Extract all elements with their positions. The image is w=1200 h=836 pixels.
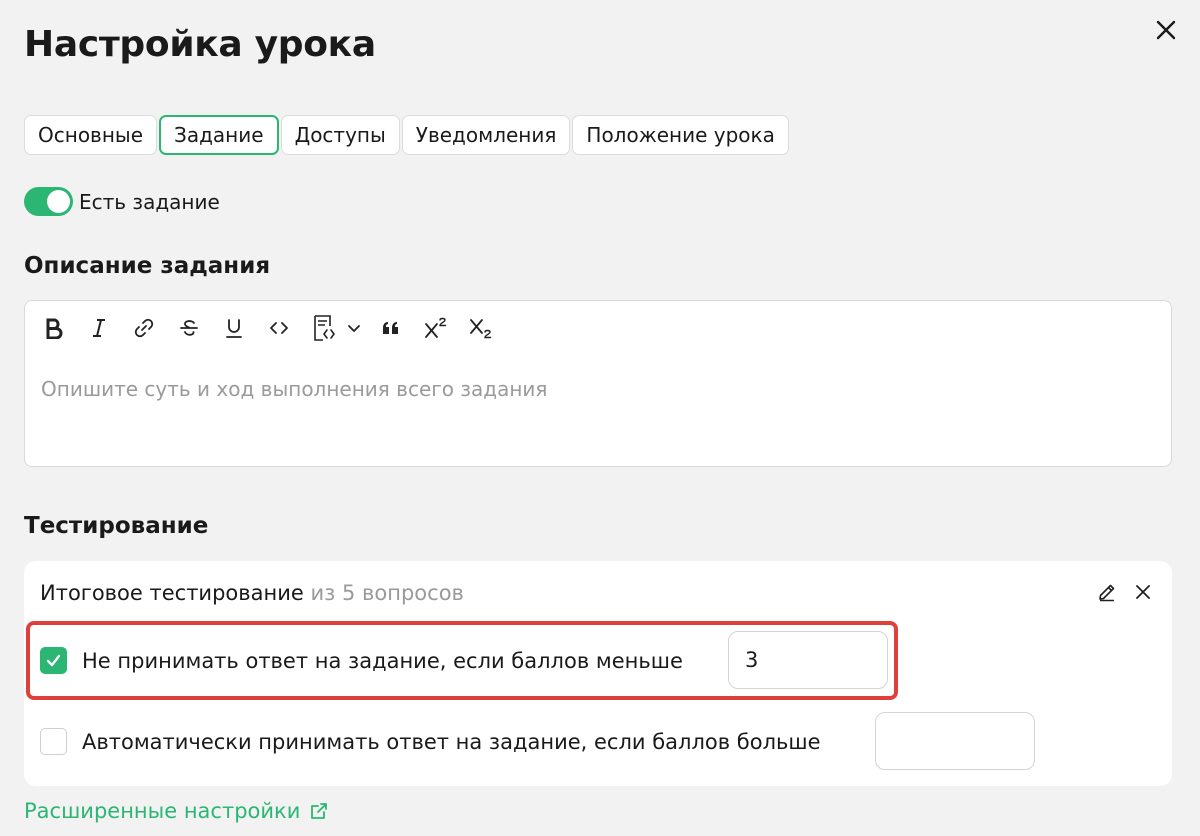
bold-button[interactable] [39, 313, 69, 343]
reject-rule-checkbox[interactable] [40, 647, 67, 674]
reject-rule-label: Не принимать ответ на задание, если балл… [82, 648, 683, 673]
toggle-knob [47, 190, 70, 213]
test-title: Итоговое тестирование из 5 вопросов [40, 581, 464, 605]
advanced-settings-link[interactable]: Расширенные настройки [24, 799, 328, 823]
description-editor[interactable]: Опишите суть и ход выполнения всего зада… [24, 300, 1172, 467]
chevron-down-icon [348, 325, 360, 333]
remove-test-button[interactable] [1130, 579, 1156, 605]
reject-rule-row: Не принимать ответ на задание, если балл… [40, 647, 683, 674]
tab-lesson-position[interactable]: Положение урока [572, 115, 789, 155]
external-link-icon [311, 803, 328, 819]
testing-heading: Тестирование [24, 513, 209, 539]
tab-notifications[interactable]: Уведомления [401, 115, 571, 155]
tab-assignment[interactable]: Задание [159, 115, 279, 155]
edit-test-button[interactable] [1094, 579, 1120, 605]
close-button[interactable] [1152, 16, 1180, 44]
tab-label: Задание [174, 123, 264, 147]
underline-icon [226, 319, 242, 338]
code-block-icon [314, 315, 335, 341]
code-button[interactable] [264, 313, 294, 343]
underline-button[interactable] [219, 313, 249, 343]
subscript-icon [470, 319, 492, 339]
description-placeholder: Опишите суть и ход выполнения всего зада… [41, 377, 548, 401]
close-icon [1136, 585, 1150, 599]
link-icon [134, 318, 154, 338]
task-toggle-row: Есть задание [24, 187, 220, 216]
close-icon [1156, 20, 1176, 40]
advanced-settings-label: Расширенные настройки [24, 799, 301, 823]
strikethrough-icon [180, 320, 198, 336]
max-score-input[interactable] [875, 712, 1035, 770]
checkmark-icon [46, 654, 61, 667]
strikethrough-button[interactable] [174, 313, 204, 343]
quote-button[interactable] [376, 313, 406, 343]
tab-access[interactable]: Доступы [280, 115, 400, 155]
questions-count: из 5 вопросов [310, 581, 464, 605]
test-name: Итоговое тестирование [40, 581, 304, 605]
accept-rule-label: Автоматически принимать ответ на задание… [82, 729, 821, 754]
superscript-icon [425, 317, 447, 338]
quote-icon [383, 322, 398, 334]
subscript-button[interactable] [466, 313, 496, 343]
tab-main[interactable]: Основные [24, 115, 158, 155]
bold-icon [46, 318, 63, 339]
tab-bar: Основные Задание Доступы Уведомления Пол… [24, 115, 789, 155]
editor-toolbar [39, 313, 511, 343]
code-icon [270, 322, 288, 334]
tab-label: Положение урока [586, 123, 775, 147]
superscript-button[interactable] [421, 313, 451, 343]
tab-label: Уведомления [415, 123, 557, 147]
italic-icon [93, 319, 105, 337]
italic-button[interactable] [84, 313, 114, 343]
tab-label: Доступы [294, 123, 386, 147]
pencil-icon [1099, 584, 1115, 602]
min-score-input[interactable] [728, 631, 888, 689]
code-block-dropdown[interactable] [347, 313, 361, 343]
tab-label: Основные [38, 123, 144, 147]
task-toggle[interactable] [24, 187, 73, 216]
task-toggle-label: Есть задание [79, 189, 220, 214]
description-heading: Описание задания [24, 253, 271, 279]
accept-rule-row: Автоматически принимать ответ на задание… [40, 728, 821, 755]
accept-rule-checkbox[interactable] [40, 728, 67, 755]
code-block-button[interactable] [309, 313, 339, 343]
link-button[interactable] [129, 313, 159, 343]
dialog-title: Настройка урока [24, 24, 376, 65]
